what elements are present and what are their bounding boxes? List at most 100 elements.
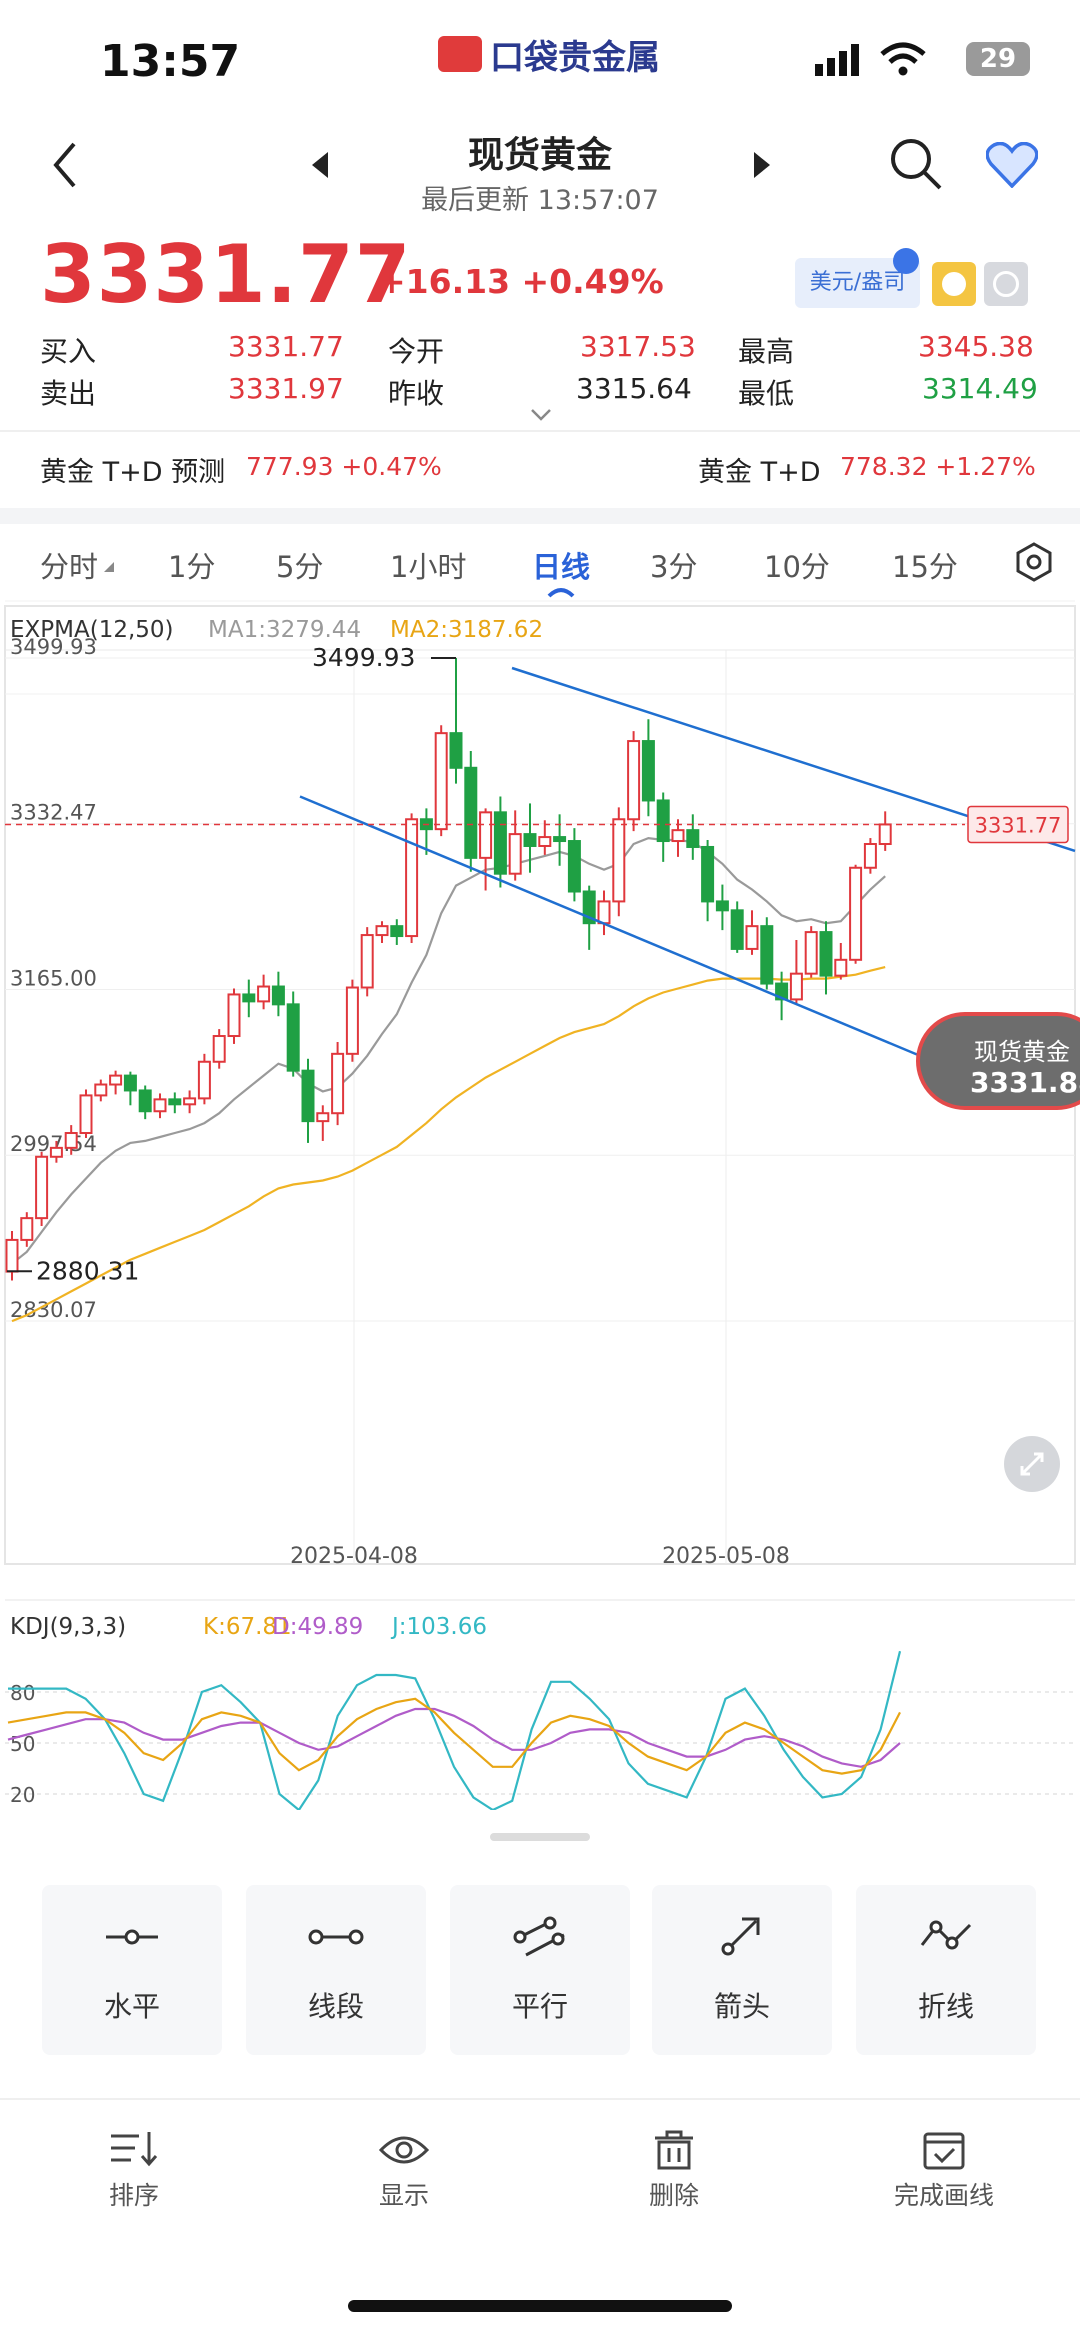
tab-daily[interactable]: 日线 [532, 544, 590, 586]
chart-settings-icon[interactable] [1014, 542, 1054, 582]
candle-down [242, 993, 256, 1003]
candle-down [168, 1098, 182, 1106]
candle-down [567, 840, 581, 893]
candle-up [375, 925, 389, 937]
open-label: 今开 [388, 335, 445, 368]
home-indicator [348, 2300, 732, 2312]
y-axis-label: 3332.47 [10, 801, 97, 825]
candle-up [405, 818, 419, 938]
related-right-label[interactable]: 黄金 T+D [698, 450, 821, 489]
horizontal-line-icon [106, 1929, 158, 1945]
candle-down [286, 1003, 300, 1072]
ma2-line [11, 966, 886, 1323]
candle-up [79, 1094, 93, 1135]
delete-button[interactable]: 删除 [574, 2130, 774, 2212]
candle-up [197, 1060, 211, 1100]
candle-down [686, 829, 700, 848]
candle-up [257, 985, 271, 1003]
candle-down [701, 845, 715, 903]
candle-up [35, 1155, 49, 1220]
kdj-d-label: D:49.89 [272, 1614, 363, 1640]
finish-drawing-label: 完成画线 [893, 2181, 994, 2210]
kdj-chart[interactable]: KDJ(9,3,3) K:67.81 D:49.89 J:103.66 8050… [0, 1598, 1080, 1810]
candle-up [804, 931, 818, 975]
candle-down [271, 985, 285, 1006]
display-button[interactable]: 显示 [304, 2130, 504, 2212]
segment-line-icon [308, 1929, 364, 1945]
sort-label: 排序 [108, 2181, 159, 2210]
settings-gear-icon[interactable] [984, 262, 1028, 306]
floating-price-badge[interactable]: 现货黄金 3331.88 [916, 1012, 1080, 1110]
sell-label: 卖出 [40, 377, 97, 410]
tool-arrow[interactable]: 箭头 [652, 1885, 832, 2055]
tab-10min[interactable]: 10分 [764, 544, 830, 586]
tab-3min[interactable]: 3分 [650, 544, 697, 586]
candlestick-chart[interactable]: 3499.933332.473165.002997.542830.07 3331… [0, 600, 1080, 1580]
theme-icon[interactable] [932, 262, 976, 306]
display-label: 显示 [378, 2181, 429, 2210]
tool-polyline[interactable]: 折线 [856, 1885, 1036, 2055]
chart-frame [4, 605, 1076, 1565]
divider [0, 430, 1080, 432]
tab-1min[interactable]: 1分 [168, 544, 215, 586]
parallel-line-icon [513, 1916, 565, 1957]
low-label: 最低 [738, 377, 795, 410]
candle-down [730, 909, 744, 950]
expand-chevron-icon[interactable] [530, 408, 552, 422]
tool-polyline-label: 折线 [917, 1990, 974, 2023]
battery-icon: 29 [966, 42, 1030, 76]
open-value: 3317.53 [580, 330, 696, 363]
candle-up [20, 1217, 34, 1241]
candle-up [789, 972, 803, 1001]
related-left-value[interactable]: 777.93 +0.47% [246, 452, 442, 481]
indicator-label: EXPMA(12,50) [10, 617, 174, 643]
candle-up [64, 1132, 78, 1149]
ma1-line [11, 836, 886, 1265]
buy-label: 买入 [40, 335, 97, 368]
candle-up [671, 829, 685, 843]
candle-down [819, 931, 833, 977]
tab-fenshi[interactable]: 分时 [40, 544, 98, 586]
candle-up [745, 925, 759, 950]
kdj-title: KDJ(9,3,3) [10, 1614, 126, 1640]
tab-15min[interactable]: 15分 [892, 544, 958, 586]
tab-5min[interactable]: 5分 [276, 544, 323, 586]
candle-up [94, 1083, 108, 1097]
candle-up [538, 836, 552, 847]
finish-drawing-button[interactable]: 完成画线 [844, 2130, 1044, 2212]
related-left-label[interactable]: 黄金 T+D 预测 [40, 450, 225, 489]
search-icon[interactable] [888, 136, 944, 192]
candle-up [834, 958, 848, 977]
trash-icon [655, 2130, 693, 2170]
divider [0, 2098, 1080, 2100]
next-instrument-icon[interactable] [752, 152, 770, 178]
ma1-label: MA1:3279.44 [208, 617, 361, 643]
fullscreen-icon[interactable] [1004, 1436, 1060, 1492]
related-right-value[interactable]: 778.32 +1.27% [840, 452, 1036, 481]
arrow-icon [721, 1917, 760, 1956]
switch-icon [893, 248, 919, 274]
current-price: 3331.77 [40, 228, 412, 321]
status-bar: 13:57 口袋贵金属 29 [0, 0, 1080, 120]
candle-up [109, 1074, 123, 1086]
tool-horizontal[interactable]: 水平 [42, 1885, 222, 2055]
drag-handle[interactable] [490, 1833, 590, 1841]
candle-up [597, 900, 611, 925]
candle-down [449, 732, 463, 769]
candle-down [656, 799, 670, 843]
floating-price-name: 现货黄金 [974, 1038, 1070, 1066]
favorite-heart-icon[interactable] [986, 142, 1038, 188]
high-annotation: 3499.93 [312, 643, 415, 672]
tool-segment[interactable]: 线段 [246, 1885, 426, 2055]
low-value: 3314.49 [922, 372, 1038, 405]
sort-button[interactable]: 排序 [34, 2130, 234, 2212]
price-change: +16.13 +0.49% [378, 262, 664, 301]
tab-1hour[interactable]: 1小时 [390, 544, 466, 586]
high-value: 3345.38 [918, 330, 1034, 363]
candle-up [878, 823, 892, 846]
tool-parallel[interactable]: 平行 [450, 1885, 630, 2055]
tool-segment-label: 线段 [307, 1990, 364, 2023]
candle-up [49, 1146, 63, 1158]
candle-down [760, 925, 774, 985]
candle-up [345, 986, 359, 1055]
